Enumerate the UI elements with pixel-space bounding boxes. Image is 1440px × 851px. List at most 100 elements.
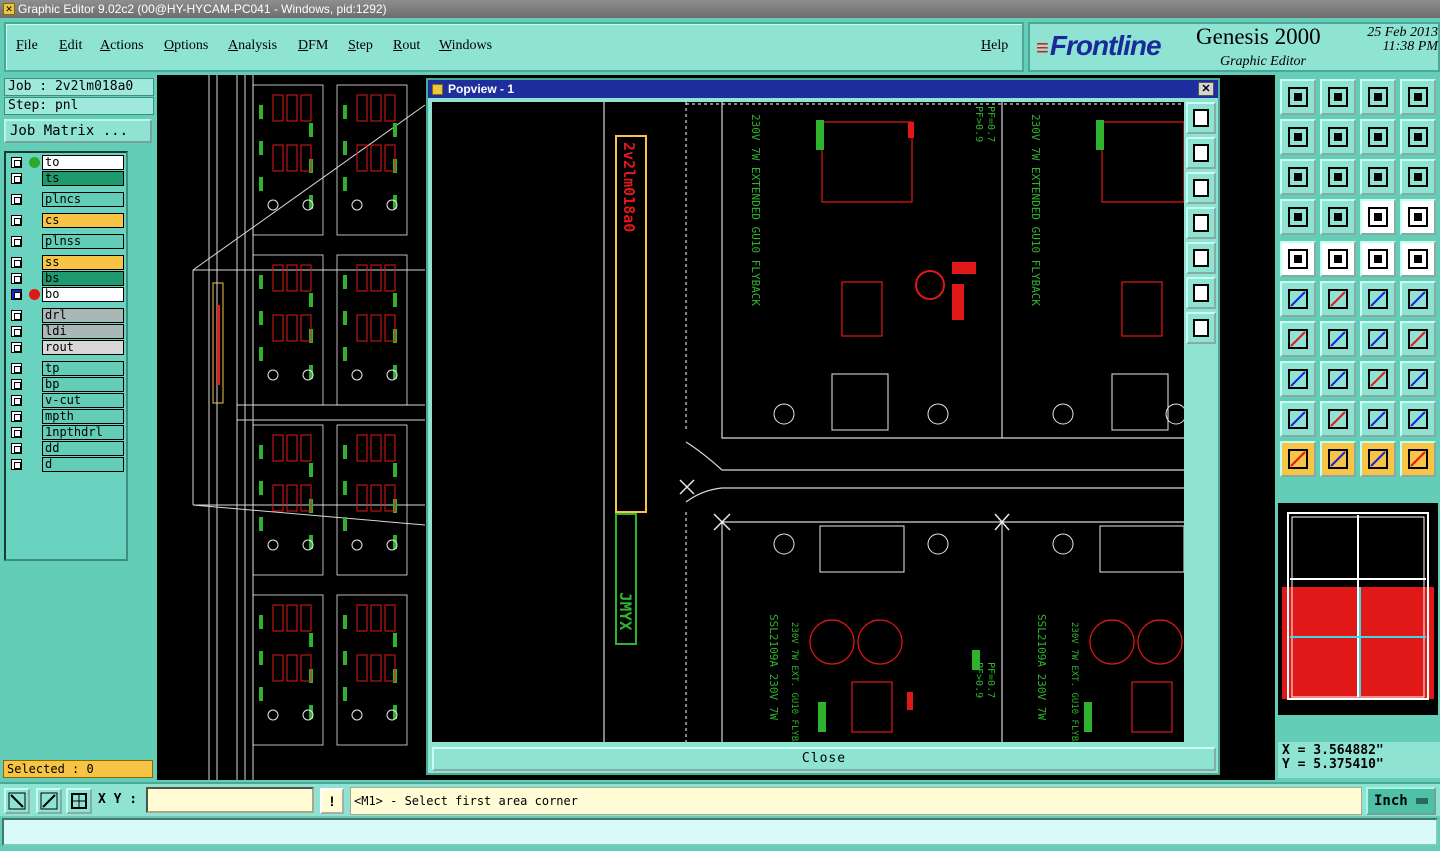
triangle3-button[interactable] [1360,401,1396,437]
arrow-box-button[interactable] [1320,441,1356,477]
layer-checkbox[interactable] [11,157,22,168]
layer-checkbox[interactable] [11,379,22,390]
layer-checkbox[interactable] [11,443,22,454]
ruler-button[interactable] [1360,241,1396,277]
layer-checkbox[interactable] [11,326,22,337]
window-split-button[interactable] [1400,79,1436,115]
pan-right-button[interactable] [1320,119,1356,155]
menu-actions[interactable]: Actions [100,38,144,54]
snap-button[interactable] [1400,119,1436,155]
pointer-button[interactable] [1400,281,1436,317]
arrow-button[interactable] [1280,441,1316,477]
layer-checkbox[interactable] [11,194,22,205]
layer-row-mpth[interactable]: mpth [6,409,126,424]
layer-row-to[interactable]: to [6,155,126,170]
layer-checkbox[interactable] [11,459,22,470]
cross-button[interactable] [1320,281,1356,317]
diagonal-button[interactable] [1320,321,1356,357]
bracket-button[interactable] [1360,361,1396,397]
line-button[interactable] [1280,321,1316,357]
menu-analysis[interactable]: Analysis [228,38,277,54]
layer-row-bs[interactable]: bs [6,271,126,286]
popview-pan-down-button[interactable] [1186,172,1216,204]
dots-button[interactable] [1400,361,1436,397]
layer-checkbox[interactable] [11,273,22,284]
triangle-button[interactable] [1280,401,1316,437]
popview-center-button[interactable] [1186,312,1216,344]
xy-input[interactable] [146,787,314,813]
grid-button[interactable] [1320,199,1356,235]
grid-button[interactable] [66,788,92,814]
layer-row-rout[interactable]: rout [6,340,126,355]
job-matrix-button[interactable]: Job Matrix ... [4,119,152,143]
select-button[interactable] [1280,241,1316,277]
zoom-home-button[interactable] [1280,79,1316,115]
settings-button[interactable] [1280,199,1316,235]
zoom-layer-button[interactable] [1320,79,1356,115]
menu-help[interactable]: Help [981,38,1008,54]
triangle4-button[interactable] [1400,401,1436,437]
layer-row-drl[interactable]: drl [6,308,126,323]
net-button[interactable] [1280,281,1316,317]
layer-checkbox[interactable] [11,342,22,353]
minus-button[interactable] [1320,361,1356,397]
layer-checkbox[interactable] [11,411,22,422]
layer-compare2-button[interactable] [1400,199,1436,235]
layer-row-1npthdrl[interactable]: 1npthdrl [6,425,126,440]
layer-row-ss[interactable]: ss [6,255,126,270]
arc-button[interactable] [1360,321,1396,357]
warning-button[interactable]: ! [320,788,344,814]
layer-row-plnss[interactable]: plnss [6,234,126,249]
layer-compare-button[interactable] [1360,199,1396,235]
layer-checkbox[interactable] [11,173,22,184]
home-button[interactable] [1360,79,1396,115]
menu-options[interactable]: Options [164,38,208,54]
popview-close-icon[interactable]: ✕ [1198,82,1214,96]
layer-checkbox[interactable] [11,363,22,374]
layer-row-plncs[interactable]: plncs [6,192,126,207]
menu-edit[interactable]: Edit [59,38,82,54]
overview-map[interactable] [1278,503,1438,715]
menu-rout[interactable]: Rout [393,38,420,54]
menu-dfm[interactable]: DFM [298,38,328,54]
triangle2-button[interactable] [1320,401,1356,437]
layer-checkbox[interactable] [11,215,22,226]
pan-left-button[interactable] [1280,119,1316,155]
layer-checkbox[interactable] [11,395,22,406]
popview-pan-right-button[interactable] [1186,242,1216,274]
popview-fit-button[interactable] [1186,277,1216,309]
point-button[interactable] [1360,281,1396,317]
layer-checkbox[interactable] [11,310,22,321]
menu-file[interactable]: File [16,38,38,54]
measure-button[interactable] [36,788,62,814]
pad-button[interactable] [1280,361,1316,397]
layer-row-v-cut[interactable]: v-cut [6,393,126,408]
layer-checkbox[interactable] [11,257,22,268]
popview-canvas[interactable]: 2v2lm018a0 JMYX 230V 7W EXTENDED GU10 FL… [432,102,1184,742]
fit-button[interactable] [1280,159,1316,195]
layer-row-dd[interactable]: dd [6,441,126,456]
layer-row-tp[interactable]: tp [6,361,126,376]
help-button[interactable] [1400,159,1436,195]
layer-row-ts[interactable]: ts [6,171,126,186]
measure-button[interactable] [1320,241,1356,277]
layer-checkbox[interactable] [11,427,22,438]
menu-windows[interactable]: Windows [439,38,492,54]
layer-checkbox[interactable] [11,289,22,300]
circle-button[interactable] [1400,241,1436,277]
route-button[interactable] [1400,321,1436,357]
popview-zoom-out-button[interactable] [1186,137,1216,169]
menu-step[interactable]: Step [348,38,373,54]
layer-row-d[interactable]: d [6,457,126,472]
layer-row-bp[interactable]: bp [6,377,126,392]
unit-selector[interactable]: Inch [1366,787,1436,815]
layer-row-bo[interactable]: bo [6,287,126,302]
layer-row-ldi[interactable]: ldi [6,324,126,339]
popview-close-button[interactable]: Close [432,747,1216,771]
redo-button[interactable] [1360,119,1396,155]
net-select-button[interactable] [1400,441,1436,477]
layer-row-cs[interactable]: cs [6,213,126,228]
arrow-dark-button[interactable] [1360,441,1396,477]
center-button[interactable] [1320,159,1356,195]
zoom-area-button[interactable] [4,788,30,814]
